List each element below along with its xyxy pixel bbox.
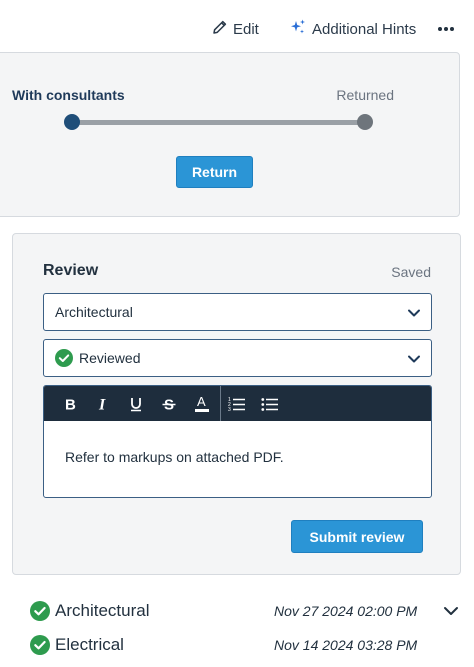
chevron-down-icon bbox=[407, 306, 421, 323]
review-card: Review Saved Architectural Reviewed B I bbox=[12, 233, 461, 575]
history-item-label: Electrical bbox=[55, 635, 124, 654]
chevron-down-icon[interactable] bbox=[443, 604, 459, 623]
italic-icon[interactable]: I bbox=[86, 386, 119, 421]
next-step-marker bbox=[357, 114, 373, 130]
sparkle-icon bbox=[289, 18, 307, 40]
history-item-date: Nov 27 2024 02:00 PM bbox=[274, 603, 418, 619]
edit-button[interactable]: Edit bbox=[212, 16, 259, 42]
svg-text:3: 3 bbox=[228, 407, 231, 412]
bullet-list-icon[interactable] bbox=[253, 386, 286, 421]
check-circle-icon bbox=[30, 601, 50, 621]
submit-review-button[interactable]: Submit review bbox=[291, 520, 423, 553]
editor-toolbar: B I S A 123 bbox=[44, 386, 431, 421]
review-title: Review bbox=[43, 262, 99, 279]
review-result-value: Reviewed bbox=[79, 350, 141, 366]
discipline-select-value: Architectural bbox=[55, 304, 133, 320]
history-item-date: Nov 14 2024 03:28 PM bbox=[274, 637, 418, 653]
top-toolbar: Edit Additional Hints bbox=[0, 16, 474, 42]
more-options-button[interactable] bbox=[434, 16, 458, 42]
bold-icon[interactable]: B bbox=[53, 386, 86, 421]
check-circle-icon bbox=[30, 635, 50, 655]
underline-icon[interactable] bbox=[119, 386, 152, 421]
check-circle-icon bbox=[55, 349, 73, 367]
more-horizontal-icon bbox=[437, 27, 455, 31]
current-step-label: With consultants bbox=[12, 87, 125, 103]
current-step-marker bbox=[64, 114, 80, 130]
svg-text:A: A bbox=[197, 394, 206, 409]
svg-text:B: B bbox=[65, 396, 76, 412]
comment-editor: B I S A 123 Refer to markups on attached… bbox=[43, 385, 432, 498]
additional-hints-label: Additional Hints bbox=[312, 20, 417, 38]
workflow-progress-track bbox=[73, 120, 365, 125]
strikethrough-icon[interactable]: S bbox=[152, 386, 185, 421]
ordered-list-icon[interactable]: 123 bbox=[220, 386, 253, 421]
comment-text: Refer to markups on attached PDF. bbox=[65, 449, 284, 465]
comment-text-area[interactable]: Refer to markups on attached PDF. bbox=[44, 421, 431, 465]
review-result-select[interactable]: Reviewed bbox=[43, 339, 432, 377]
discipline-select[interactable]: Architectural bbox=[43, 293, 432, 331]
edit-label: Edit bbox=[233, 20, 259, 38]
save-status: Saved bbox=[391, 264, 431, 280]
workflow-status-card: With consultants Returned Return bbox=[0, 52, 460, 217]
text-color-icon[interactable]: A bbox=[185, 386, 218, 421]
chevron-down-icon bbox=[407, 352, 421, 369]
history-item[interactable]: Architectural Nov 27 2024 02:00 PM bbox=[30, 600, 474, 622]
next-step-label: Returned bbox=[336, 87, 394, 103]
additional-hints-button[interactable]: Additional Hints bbox=[289, 16, 416, 42]
svg-text:I: I bbox=[98, 396, 106, 412]
pencil-icon bbox=[212, 19, 228, 39]
history-item-label: Architectural bbox=[55, 601, 150, 620]
return-button[interactable]: Return bbox=[176, 156, 253, 188]
history-item[interactable]: Electrical Nov 14 2024 03:28 PM bbox=[30, 634, 474, 656]
